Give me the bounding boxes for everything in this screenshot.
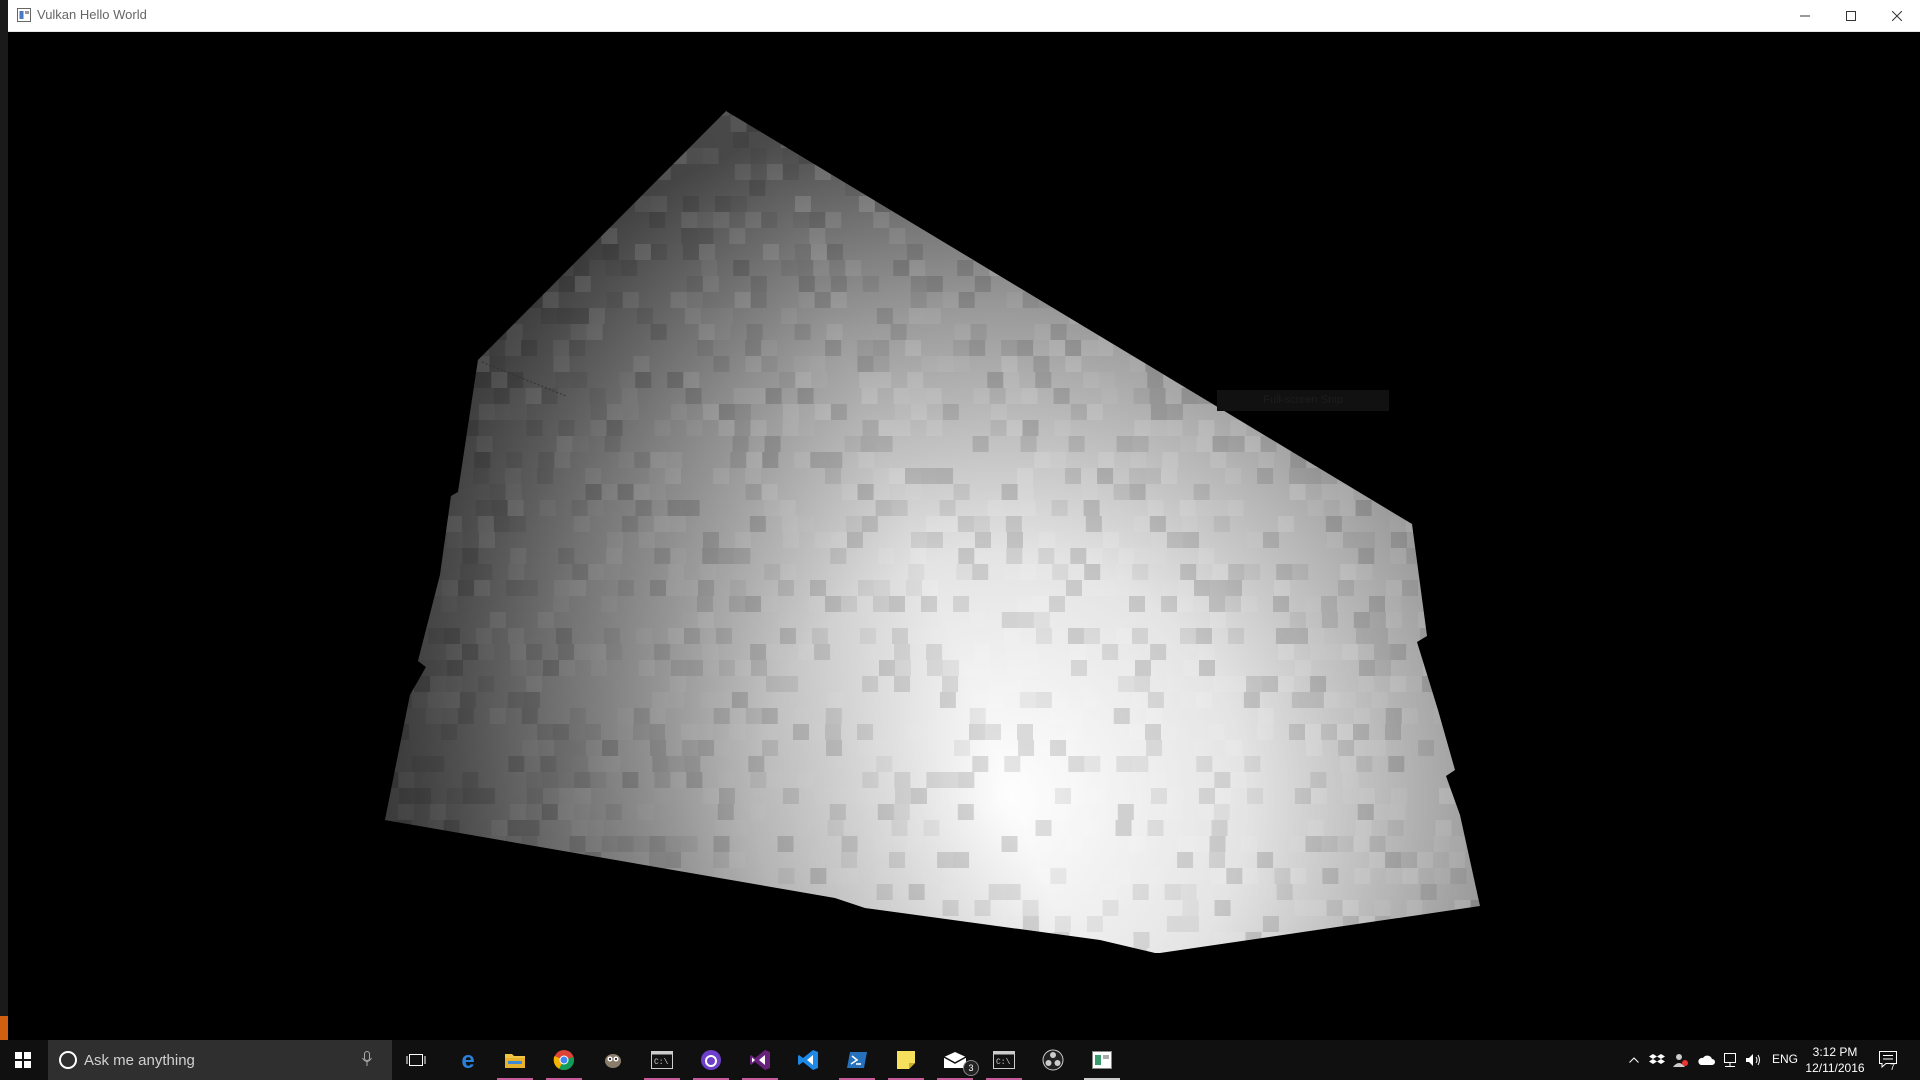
clock[interactable]: 3:12 PM 12/11/2016 bbox=[1801, 1044, 1869, 1076]
maximize-button[interactable] bbox=[1828, 0, 1874, 31]
close-button[interactable] bbox=[1874, 0, 1920, 31]
github-desktop-icon bbox=[701, 1050, 721, 1070]
input-language[interactable]: ENG bbox=[1772, 1052, 1798, 1066]
visual-studio-icon bbox=[750, 1050, 770, 1070]
onedrive-cloud-icon bbox=[1698, 1055, 1715, 1065]
powershell-icon bbox=[847, 1052, 867, 1068]
windows-logo-icon bbox=[15, 1052, 31, 1068]
taskbar-app-powershell[interactable] bbox=[835, 1040, 879, 1080]
taskbar-app-terminal[interactable]: C:\ bbox=[640, 1040, 684, 1080]
vulkan-app-icon bbox=[1092, 1051, 1112, 1069]
background-window-accent bbox=[0, 1016, 8, 1040]
notification-count: 7 bbox=[1890, 1062, 1896, 1072]
tray-dropbox[interactable] bbox=[1647, 1040, 1667, 1080]
vulkan-window[interactable]: Vulkan Hello World Full-screen Snip bbox=[8, 0, 1920, 1040]
taskbar-app-obs[interactable] bbox=[1031, 1040, 1075, 1080]
taskbar-app-gimp[interactable] bbox=[591, 1040, 635, 1080]
tray-volume[interactable] bbox=[1743, 1040, 1765, 1080]
taskbar-app-mail[interactable]: 3 bbox=[933, 1040, 979, 1080]
window-app-icon bbox=[17, 8, 31, 22]
obs-icon bbox=[1042, 1049, 1064, 1071]
chevron-up-icon bbox=[1629, 1057, 1639, 1063]
tray-network[interactable] bbox=[1719, 1040, 1741, 1080]
sticky-notes-icon bbox=[897, 1051, 915, 1069]
edge-icon: e bbox=[461, 1049, 474, 1071]
cortana-icon bbox=[59, 1051, 77, 1069]
snip-tooltip: Full-screen Snip bbox=[1217, 390, 1389, 411]
taskbar-app-console[interactable]: C:\ bbox=[982, 1040, 1026, 1080]
taskbar-app-vulkan-hello-world[interactable] bbox=[1080, 1040, 1124, 1080]
taskbar-app-edge[interactable]: e bbox=[446, 1040, 490, 1080]
window-title: Vulkan Hello World bbox=[37, 7, 147, 22]
taskbar-app-visual-studio[interactable] bbox=[738, 1040, 782, 1080]
task-view-button[interactable] bbox=[400, 1040, 432, 1080]
dropbox-icon bbox=[1649, 1054, 1665, 1064]
svg-text:C:\: C:\ bbox=[996, 1058, 1011, 1067]
console-icon: C:\ bbox=[993, 1051, 1015, 1069]
maximize-icon bbox=[1846, 10, 1856, 21]
tray-onedrive[interactable] bbox=[1695, 1040, 1717, 1080]
svg-text:C:\: C:\ bbox=[654, 1058, 669, 1067]
cortana-search-box[interactable]: Ask me anything bbox=[48, 1040, 392, 1080]
terminal-icon: C:\ bbox=[651, 1051, 673, 1069]
vscode-icon bbox=[798, 1050, 818, 1070]
person-icon bbox=[1673, 1054, 1688, 1067]
search-placeholder: Ask me anything bbox=[84, 1052, 195, 1069]
background-window-edge bbox=[0, 0, 8, 1040]
desktop: Vulkan Hello World Full-screen Snip Ask … bbox=[0, 0, 1920, 1080]
close-icon bbox=[1892, 10, 1902, 21]
microphone-icon[interactable] bbox=[362, 1051, 372, 1067]
taskbar-app-vscode[interactable] bbox=[786, 1040, 830, 1080]
task-view-icon bbox=[406, 1054, 426, 1066]
action-center-icon bbox=[1879, 1051, 1897, 1069]
render-viewport[interactable]: Full-screen Snip bbox=[8, 32, 1920, 1040]
tray-user-app[interactable] bbox=[1671, 1040, 1691, 1080]
svg-text:e: e bbox=[461, 1049, 474, 1071]
volume-icon bbox=[1746, 1054, 1760, 1066]
minimize-button[interactable] bbox=[1782, 0, 1828, 31]
chrome-icon bbox=[553, 1050, 574, 1071]
mail-badge: 3 bbox=[963, 1060, 979, 1076]
taskbar-app-file-explorer[interactable] bbox=[493, 1040, 537, 1080]
title-bar[interactable]: Vulkan Hello World bbox=[8, 0, 1920, 32]
show-hidden-icons-button[interactable] bbox=[1624, 1040, 1644, 1080]
taskbar-app-sticky-notes[interactable] bbox=[884, 1040, 928, 1080]
clock-date: 12/11/2016 bbox=[1805, 1061, 1865, 1075]
network-icon bbox=[1724, 1053, 1736, 1067]
taskbar: Ask me anything e C:\ 3 C:\ ENG 3:12 PM … bbox=[0, 1040, 1920, 1080]
file-explorer-icon bbox=[505, 1054, 525, 1068]
rendered-textured-mesh bbox=[385, 111, 1480, 953]
gimp-icon bbox=[605, 1054, 621, 1068]
taskbar-app-github[interactable] bbox=[689, 1040, 733, 1080]
action-center-button[interactable]: 7 bbox=[1874, 1040, 1904, 1080]
minimize-icon bbox=[1800, 15, 1810, 16]
clock-time: 3:12 PM bbox=[1812, 1045, 1858, 1059]
taskbar-app-chrome[interactable] bbox=[542, 1040, 586, 1080]
start-button[interactable] bbox=[0, 1040, 46, 1080]
